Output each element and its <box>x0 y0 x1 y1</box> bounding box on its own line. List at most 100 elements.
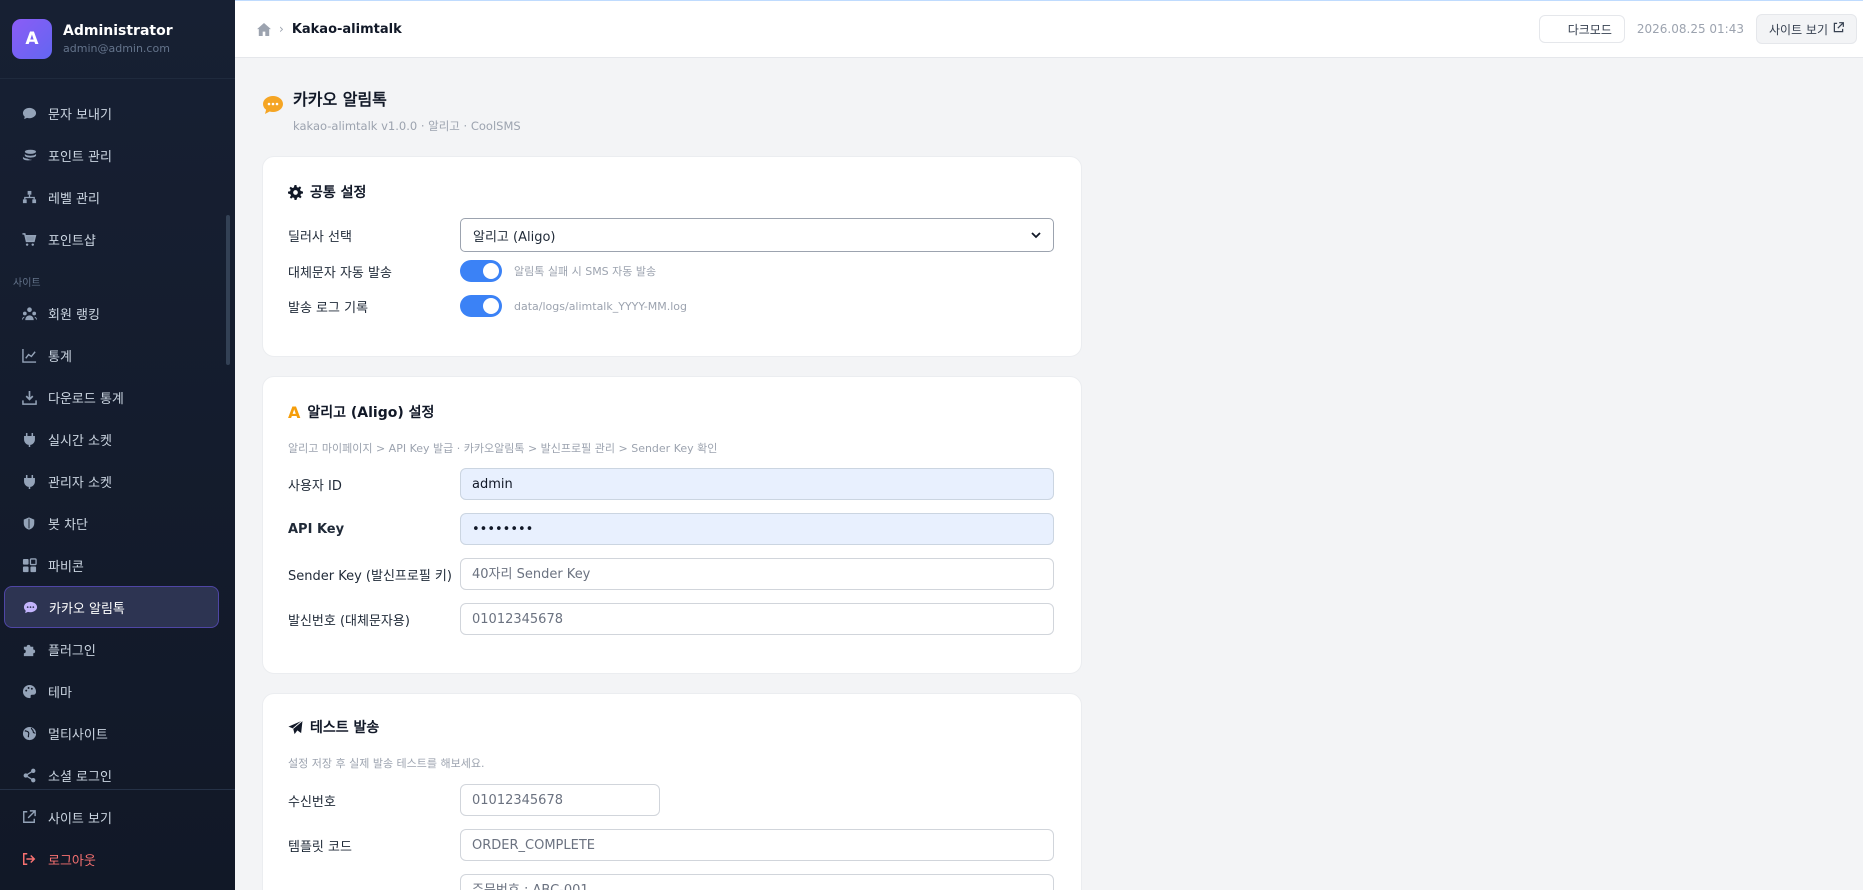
sidebar-item-label: 소셜 로그인 <box>48 769 112 785</box>
sidebar-item-label: 회원 랭킹 <box>48 307 100 323</box>
moon-icon <box>1552 22 1563 36</box>
sidebar-item-ranking[interactable]: 회원 랭킹 <box>4 292 219 334</box>
current-datetime: 2026.08.25 01:43 <box>1636 22 1744 36</box>
page-title: 카카오 알림톡 <box>293 90 387 109</box>
card-title-text: 테스트 발송 <box>310 720 380 736</box>
dealer-select[interactable]: 알리고 (Aligo) <box>460 218 1054 252</box>
variables-input[interactable] <box>460 874 1054 890</box>
cart-icon <box>21 231 37 247</box>
sidebar-item-label: 문자 보내기 <box>48 107 112 123</box>
breadcrumb: Kakao-alimtalk <box>291 21 402 37</box>
plug-icon <box>21 473 37 489</box>
sidebar-section-site: 사이트 <box>13 278 41 289</box>
test-send-card: 테스트 발송 설정 저장 후 실제 발송 테스트를 해보세요. 수신번호 템플릿… <box>262 693 1082 890</box>
topbar: › Kakao-alimtalk 다크모드 2026.08.25 01:43 사… <box>235 0 1863 58</box>
sender-input[interactable] <box>460 603 1054 635</box>
userid-input[interactable] <box>460 468 1054 500</box>
sidebar-item-label: 파비콘 <box>48 559 84 575</box>
phone-row: 수신번호 <box>288 784 1056 816</box>
phone-input[interactable] <box>460 784 660 816</box>
card-title-text: 공통 설정 <box>310 185 367 201</box>
sidebar-item-download-stats[interactable]: 다운로드 통계 <box>4 376 219 418</box>
sidebar-footer: 사이트 보기 로그아웃 <box>0 789 235 890</box>
sidebar-scrollbar[interactable] <box>226 215 230 365</box>
userid-label: 사용자 ID <box>288 478 342 494</box>
avatar[interactable]: A <box>12 19 52 59</box>
main-content: 카카오 알림톡 kakao-alimtalk v1.0.0 · 알리고 · Co… <box>262 58 1082 890</box>
sidebar-item-label: 실시간 소켓 <box>48 433 112 449</box>
apikey-input[interactable] <box>460 513 1054 545</box>
favicon-icon <box>21 557 37 573</box>
template-label: 템플릿 코드 <box>288 839 352 855</box>
sidebar-item-pointshop[interactable]: 포인트샵 <box>4 218 219 260</box>
sidebar-item-bot-block[interactable]: 봇 차단 <box>4 502 219 544</box>
globe-icon <box>21 725 37 741</box>
sidebar-item-theme[interactable]: 테마 <box>4 670 219 712</box>
page-header: 카카오 알림톡 kakao-alimtalk v1.0.0 · 알리고 · Co… <box>262 86 1082 156</box>
sidebar-item-admin-socket[interactable]: 관리자 소켓 <box>4 460 219 502</box>
dealer-select-value: 알리고 (Aligo) <box>473 229 556 245</box>
plug-icon <box>21 431 37 447</box>
palette-icon <box>21 683 37 699</box>
test-hint: 설정 저장 후 실제 발송 테스트를 해보세요. <box>288 757 485 770</box>
kakao-chat-icon <box>262 95 284 119</box>
sidebar-site-view[interactable]: 사이트 보기 <box>4 796 229 838</box>
sidebar-nav: 문자 보내기 포인트 관리 레벨 관리 포인트샵 사이트 회원 랭킹 통계 다운… <box>0 80 225 789</box>
sidebar-item-label: 통계 <box>48 349 72 365</box>
logout-icon <box>21 851 37 867</box>
sidebar-item-realtime-socket[interactable]: 실시간 소켓 <box>4 418 219 460</box>
dark-mode-button[interactable]: 다크모드 <box>1538 15 1625 43</box>
aligo-logo-icon: A <box>288 402 301 422</box>
coins-icon <box>21 147 37 163</box>
sidebar-item-social-login[interactable]: 소셜 로그인 <box>4 754 219 789</box>
message-icon <box>21 105 37 121</box>
home-icon[interactable] <box>257 22 271 36</box>
sidebar-item-label: 다운로드 통계 <box>48 391 124 407</box>
apikey-label: API Key <box>288 521 345 537</box>
senderkey-input[interactable] <box>460 558 1054 590</box>
chat-icon <box>22 599 38 615</box>
sidebar-item-label: 멀티사이트 <box>48 727 108 743</box>
sidebar-item-sms[interactable]: 문자 보내기 <box>4 92 219 134</box>
chevron-down-icon <box>1031 228 1041 243</box>
senderkey-row: Sender Key (발신프로필 키) <box>288 558 1056 590</box>
variables-row <box>288 874 1056 890</box>
fallback-label: 대체문자 자동 발송 <box>288 265 392 281</box>
site-view-label: 사이트 보기 <box>1768 22 1828 37</box>
paper-plane-icon <box>288 719 303 735</box>
card-title-text: 알리고 (Aligo) 설정 <box>307 405 435 421</box>
page-subtitle: kakao-alimtalk v1.0.0 · 알리고 · CoolSMS <box>293 119 521 133</box>
sidebar-item-label: 카카오 알림톡 <box>49 601 125 617</box>
sidebar-item-kakao-alimtalk[interactable]: 카카오 알림톡 <box>4 586 219 628</box>
sidebar-item-label: 포인트샵 <box>48 233 96 249</box>
sidebar-item-favicon[interactable]: 파비콘 <box>4 544 219 586</box>
sidebar-logout[interactable]: 로그아웃 <box>4 838 229 880</box>
shield-icon <box>21 515 37 531</box>
aligo-settings-card: A 알리고 (Aligo) 설정 알리고 마이페이지 > API Key 발급 … <box>262 376 1082 674</box>
sidebar-item-plugins[interactable]: 플러그인 <box>4 628 219 670</box>
sidebar-item-level[interactable]: 레벨 관리 <box>4 176 219 218</box>
user-name: Administrator <box>63 23 173 39</box>
sidebar-item-points[interactable]: 포인트 관리 <box>4 134 219 176</box>
sidebar-item-multisite[interactable]: 멀티사이트 <box>4 712 219 754</box>
sidebar-item-stats[interactable]: 통계 <box>4 334 219 376</box>
external-link-icon <box>1833 22 1844 36</box>
phone-label: 수신번호 <box>288 794 336 810</box>
log-row: 발송 로그 기록 data/logs/alimtalk_YYYY-MM.log <box>288 295 1056 317</box>
sender-label: 발신번호 (대체문자용) <box>288 613 410 629</box>
user-email: admin@admin.com <box>63 42 170 55</box>
fallback-row: 대체문자 자동 발송 알림톡 실패 시 SMS 자동 발송 <box>288 260 1056 282</box>
sidebar-item-label: 플러그인 <box>48 643 96 659</box>
sidebar: A Administrator admin@admin.com 문자 보내기 포… <box>0 0 235 890</box>
template-row: 템플릿 코드 <box>288 829 1056 861</box>
card-title: 공통 설정 <box>288 182 1056 202</box>
fallback-toggle[interactable] <box>460 260 502 282</box>
log-toggle[interactable] <box>460 295 502 317</box>
fallback-hint: 알림톡 실패 시 SMS 자동 발송 <box>514 265 657 278</box>
site-view-button[interactable]: 사이트 보기 <box>1755 14 1857 44</box>
download-icon <box>21 389 37 405</box>
external-link-icon <box>21 809 37 825</box>
chart-line-icon <box>21 347 37 363</box>
level-icon <box>21 189 37 205</box>
template-code-input[interactable] <box>460 829 1054 861</box>
